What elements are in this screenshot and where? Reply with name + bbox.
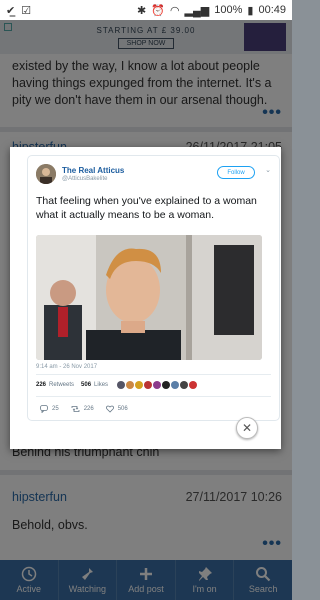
avatar [126, 381, 135, 389]
checkbox-notification-icon: ☑ [21, 4, 32, 17]
liker-avatars[interactable] [117, 381, 198, 389]
tweet-header: The Real Atticus @AtticusBakelite [36, 164, 124, 184]
reply-action[interactable]: 25 [40, 405, 59, 413]
like-action[interactable]: 506 [105, 405, 128, 413]
avatar [144, 381, 153, 389]
heart-icon [105, 405, 114, 413]
chevron-down-icon[interactable]: ⌄ [265, 166, 271, 174]
likes-count: 506 [81, 382, 92, 388]
close-icon: ✕ [241, 421, 253, 435]
tweet-stats: 226 Retweets 506 Likes [36, 381, 198, 389]
clock-time: 00:49 [258, 4, 286, 16]
avatar-image [36, 164, 56, 184]
follow-button[interactable]: Follow [217, 166, 255, 179]
tweet-photo-image [36, 235, 262, 360]
signal-icon: ▂▄▆ [184, 4, 210, 17]
reply-count: 25 [52, 406, 59, 412]
likes-label: Likes [94, 382, 109, 388]
tweet-author-name[interactable]: The Real Atticus [62, 166, 124, 175]
retweets-label: Retweets [49, 382, 75, 388]
battery-icon: ▮ [247, 4, 254, 17]
avatar[interactable] [36, 164, 56, 184]
retweets-count: 226 [36, 382, 47, 388]
avatar [162, 381, 171, 389]
wifi-icon: ◠ [169, 4, 180, 17]
avatar [117, 381, 126, 389]
avatar [153, 381, 162, 389]
bluetooth-icon: ✱ [137, 4, 147, 17]
battery-level: 100% [214, 4, 243, 16]
tweet-lightbox: The Real Atticus @AtticusBakelite Follow… [10, 147, 281, 449]
tweet-photo[interactable] [36, 235, 262, 360]
avatar [135, 381, 144, 389]
tweet-divider [36, 374, 271, 375]
avatar [180, 381, 189, 389]
check-notification-icon: ✔̲ [6, 4, 16, 17]
alarm-icon: ⏰ [151, 4, 165, 17]
avatar [171, 381, 180, 389]
retweet-action[interactable]: 226 [71, 405, 94, 413]
tweet-text: That feeling when you've explained to a … [36, 195, 257, 221]
embedded-tweet: The Real Atticus @AtticusBakelite Follow… [27, 155, 280, 421]
tweet-divider [36, 396, 271, 397]
retweet-count: 226 [83, 406, 94, 412]
status-bar: ✔̲ ☑ ✱ ⏰ ◠ ▂▄▆ 100% ▮ 00:49 [0, 0, 292, 20]
reply-icon [40, 405, 48, 413]
tweet-timestamp[interactable]: 9:14 am - 26 Nov 2017 [36, 364, 97, 370]
retweet-icon [71, 406, 80, 412]
tweet-author-handle[interactable]: @AtticusBakelite [62, 176, 124, 182]
tweet-actions: 25 226 506 [40, 405, 128, 413]
like-count: 506 [117, 406, 128, 412]
avatar [189, 381, 198, 389]
close-button[interactable]: ✕ [236, 417, 258, 439]
